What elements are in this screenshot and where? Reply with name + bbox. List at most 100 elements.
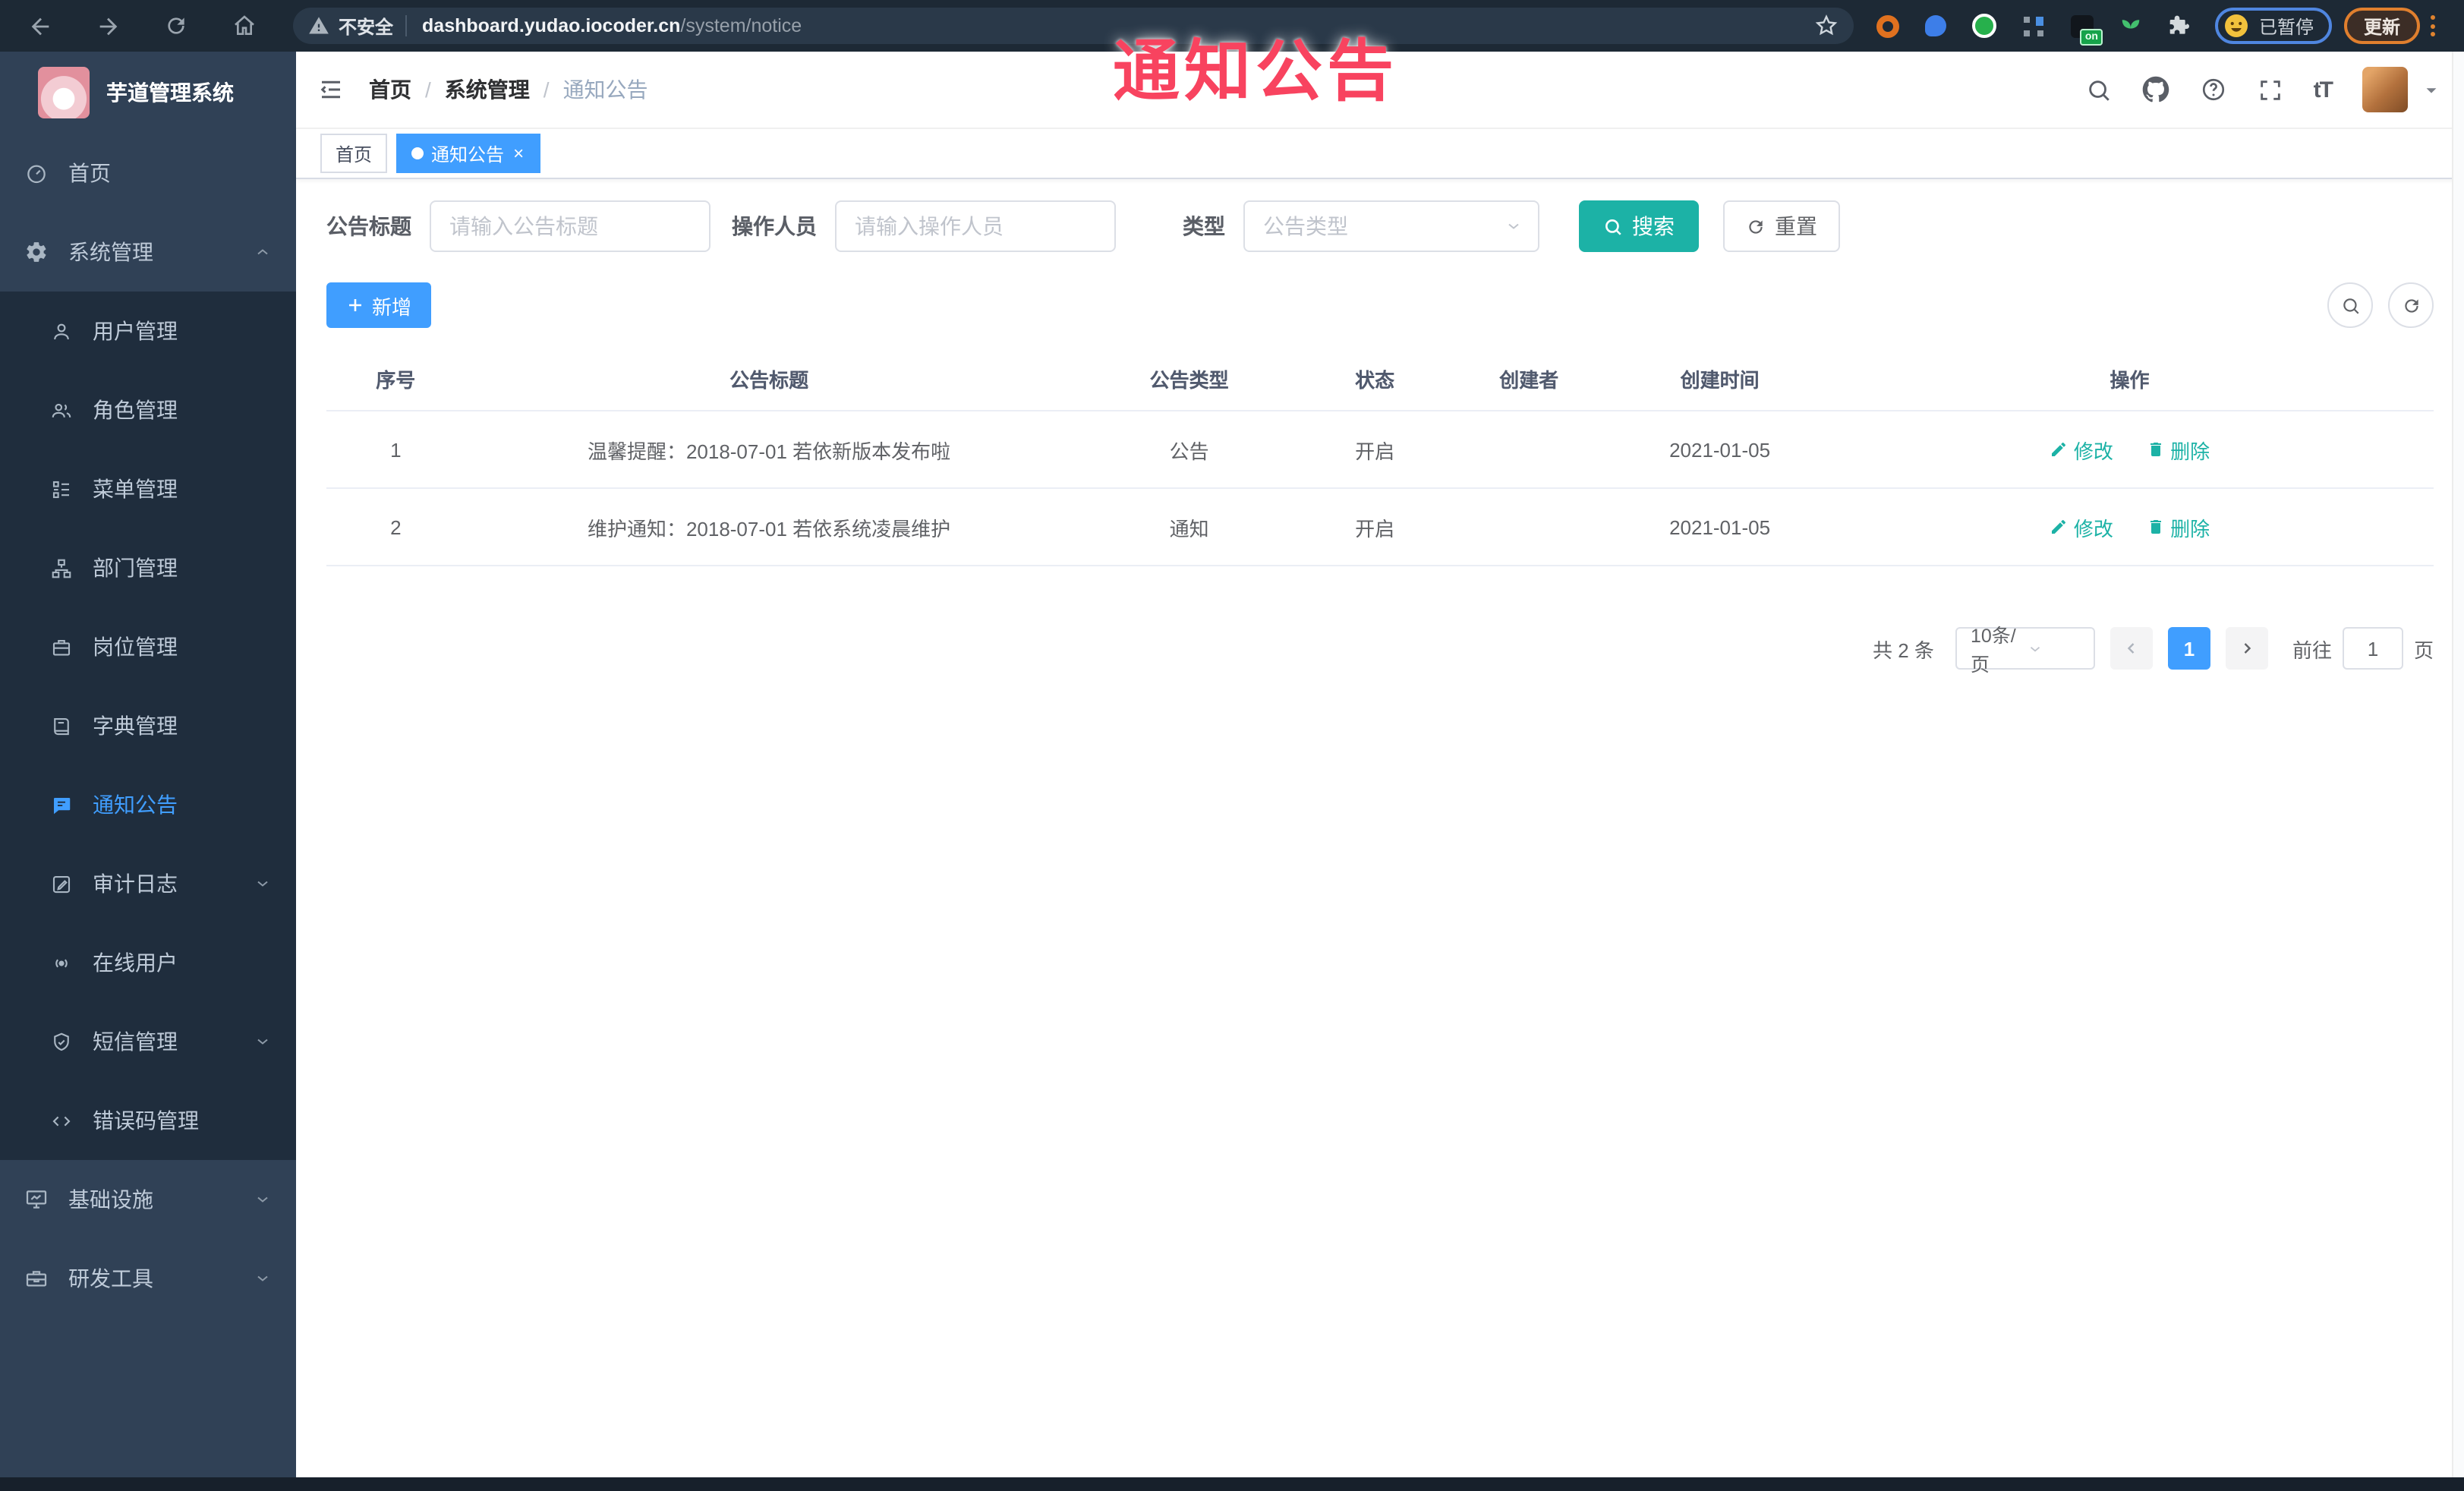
breadcrumb-home[interactable]: 首页 — [369, 74, 411, 105]
sidebar-item-dict-mgmt[interactable]: 字典管理 — [0, 686, 296, 765]
chevron-right-icon — [2244, 643, 2251, 654]
extension-grid-icon[interactable] — [2018, 11, 2048, 41]
cell-status: 开启 — [1305, 411, 1445, 489]
cell-title: 维护通知：2018-07-01 若依系统凌晨维护 — [465, 488, 1073, 566]
online-signal-icon — [50, 951, 73, 974]
notice-table: 序号 公告标题 公告类型 状态 创建者 创建时间 操作 1 温馨提醒：2018- — [326, 346, 2434, 566]
col-title: 公告标题 — [465, 346, 1073, 411]
prev-page-button[interactable] — [2110, 627, 2153, 670]
breadcrumb-separator: / — [543, 77, 550, 102]
reset-button[interactable]: 重置 — [1723, 200, 1840, 252]
notice-type-select[interactable]: 公告类型 — [1243, 200, 1539, 252]
sidebar-item-user-mgmt[interactable]: 用户管理 — [0, 292, 296, 370]
tag-notice[interactable]: 通知公告 × — [396, 134, 541, 173]
select-placeholder: 公告类型 — [1263, 214, 1348, 238]
toggle-search-button[interactable] — [2327, 282, 2373, 328]
delete-button[interactable]: 删除 — [2146, 435, 2210, 464]
extension-sprout-icon[interactable] — [2115, 11, 2145, 41]
refresh-icon — [2404, 298, 2418, 312]
address-bar[interactable]: 不安全 dashboard.yudao.iocoder.cn /system/n… — [293, 8, 1854, 44]
not-secure-warning-icon — [309, 17, 329, 34]
sidebar-item-system-mgmt[interactable]: 系统管理 — [0, 213, 296, 292]
url-path: /system/notice — [680, 15, 802, 36]
bookmark-star-icon[interactable] — [1814, 14, 1839, 38]
filter-type-label: 类型 — [1183, 214, 1225, 238]
trash-icon — [2150, 443, 2161, 456]
tags-view-bar: 首页 通知公告 × — [296, 129, 2464, 179]
tag-active-dot — [411, 147, 424, 159]
operator-input[interactable] — [835, 200, 1116, 252]
breadcrumb-separator: / — [425, 77, 431, 102]
tag-close-icon[interactable]: × — [512, 144, 525, 162]
sidebar-item-role-mgmt[interactable]: 角色管理 — [0, 370, 296, 449]
browser-back-icon[interactable] — [17, 3, 62, 49]
sidebar-item-dept-mgmt[interactable]: 部门管理 — [0, 528, 296, 607]
cell-type: 公告 — [1073, 411, 1306, 489]
sidebar-item-menu-mgmt[interactable]: 菜单管理 — [0, 449, 296, 528]
extensions-puzzle-icon[interactable] — [2163, 11, 2194, 41]
breadcrumb-system[interactable]: 系统管理 — [445, 74, 530, 105]
browser-menu-icon[interactable] — [2431, 15, 2436, 36]
sidebar-item-notice[interactable]: 通知公告 — [0, 765, 296, 844]
col-type: 公告类型 — [1073, 346, 1306, 411]
sidebar-item-error-code[interactable]: 错误码管理 — [0, 1081, 296, 1160]
delete-button[interactable]: 删除 — [2146, 512, 2210, 541]
cell-creator — [1444, 411, 1615, 489]
add-button[interactable]: 新增 — [326, 282, 432, 328]
sidebar-item-online-users[interactable]: 在线用户 — [0, 923, 296, 1002]
sidebar-item-dev-tools[interactable]: 研发工具 — [0, 1239, 296, 1318]
sidebar-item-audit-log[interactable]: 审计日志 — [0, 844, 296, 923]
url-host: dashboard.yudao.iocoder.cn — [422, 15, 681, 36]
sidebar-item-label: 系统管理 — [68, 240, 153, 264]
extension-green-icon[interactable] — [1969, 11, 1999, 41]
edit-button[interactable]: 修改 — [2050, 435, 2113, 464]
sidebar-item-label: 错误码管理 — [93, 1108, 199, 1133]
sidebar-fold-icon[interactable] — [317, 76, 345, 103]
navbar-actions: tT — [2086, 67, 2440, 112]
browser-profile-chip[interactable]: 已暂停 — [2215, 8, 2333, 44]
scrollbar-track[interactable] — [2452, 52, 2464, 1477]
log-edit-icon — [50, 872, 73, 895]
chevron-down-icon — [254, 1032, 272, 1051]
cell-actions: 修改 删除 — [1825, 411, 2434, 489]
next-page-button[interactable] — [2225, 627, 2268, 670]
sidebar-item-post-mgmt[interactable]: 岗位管理 — [0, 607, 296, 686]
sidebar-item-sms-mgmt[interactable]: 短信管理 — [0, 1002, 296, 1081]
help-icon[interactable] — [2200, 76, 2227, 103]
current-page-button[interactable]: 1 — [2167, 627, 2210, 670]
sidebar-submenu-system: 用户管理 角色管理 菜单管理 部门管理 岗位管理 字典管理 通知公告 审计日志 … — [0, 292, 296, 1160]
browser-home-icon[interactable] — [222, 3, 267, 49]
edit-button[interactable]: 修改 — [2050, 512, 2113, 541]
sidebar-item-home[interactable]: 首页 — [0, 134, 296, 213]
page-content: 公告标题 操作人员 类型 公告类型 — [296, 179, 2464, 1477]
browser-forward-icon[interactable] — [85, 3, 131, 49]
search-button[interactable]: 搜索 — [1579, 200, 1699, 252]
user-avatar[interactable] — [2362, 67, 2408, 112]
notice-title-input[interactable] — [430, 200, 711, 252]
font-size-icon[interactable]: tT — [2314, 77, 2333, 102]
page-size-select[interactable]: 10条/页 — [1955, 626, 2095, 676]
browser-reload-icon[interactable] — [153, 3, 199, 49]
extension-blue-icon[interactable] — [1920, 11, 1951, 41]
gear-icon — [24, 240, 49, 264]
tag-label: 通知公告 — [431, 143, 505, 165]
fullscreen-icon[interactable] — [2258, 77, 2283, 102]
goto-page-input[interactable] — [2342, 627, 2403, 670]
header-search-icon[interactable] — [2086, 77, 2112, 102]
pagination-total: 共 2 条 — [1873, 638, 1934, 661]
window-bottom-edge — [0, 1477, 2464, 1491]
sidebar-item-label: 部门管理 — [93, 556, 178, 580]
avatar-caret-icon[interactable] — [2423, 81, 2440, 98]
extension-orange-icon[interactable] — [1872, 11, 1902, 41]
refresh-table-button[interactable] — [2388, 282, 2434, 328]
security-label: 不安全 — [339, 16, 394, 37]
extension-switch-icon[interactable]: on — [2066, 11, 2103, 46]
cell-type: 通知 — [1073, 488, 1306, 566]
github-icon[interactable] — [2142, 76, 2169, 103]
main-area: 首页 / 系统管理 / 通知公告 tT 首页 通知公告 × 公告标题 请输入公告… — [296, 52, 2464, 1477]
tag-home[interactable]: 首页 — [320, 134, 388, 173]
browser-update-button[interactable]: 更新 — [2344, 8, 2421, 44]
sidebar-item-label: 短信管理 — [93, 1029, 178, 1054]
sidebar-logo-row[interactable]: 芋道管理系统 — [0, 52, 296, 134]
sidebar-item-infrastructure[interactable]: 基础设施 — [0, 1160, 296, 1239]
